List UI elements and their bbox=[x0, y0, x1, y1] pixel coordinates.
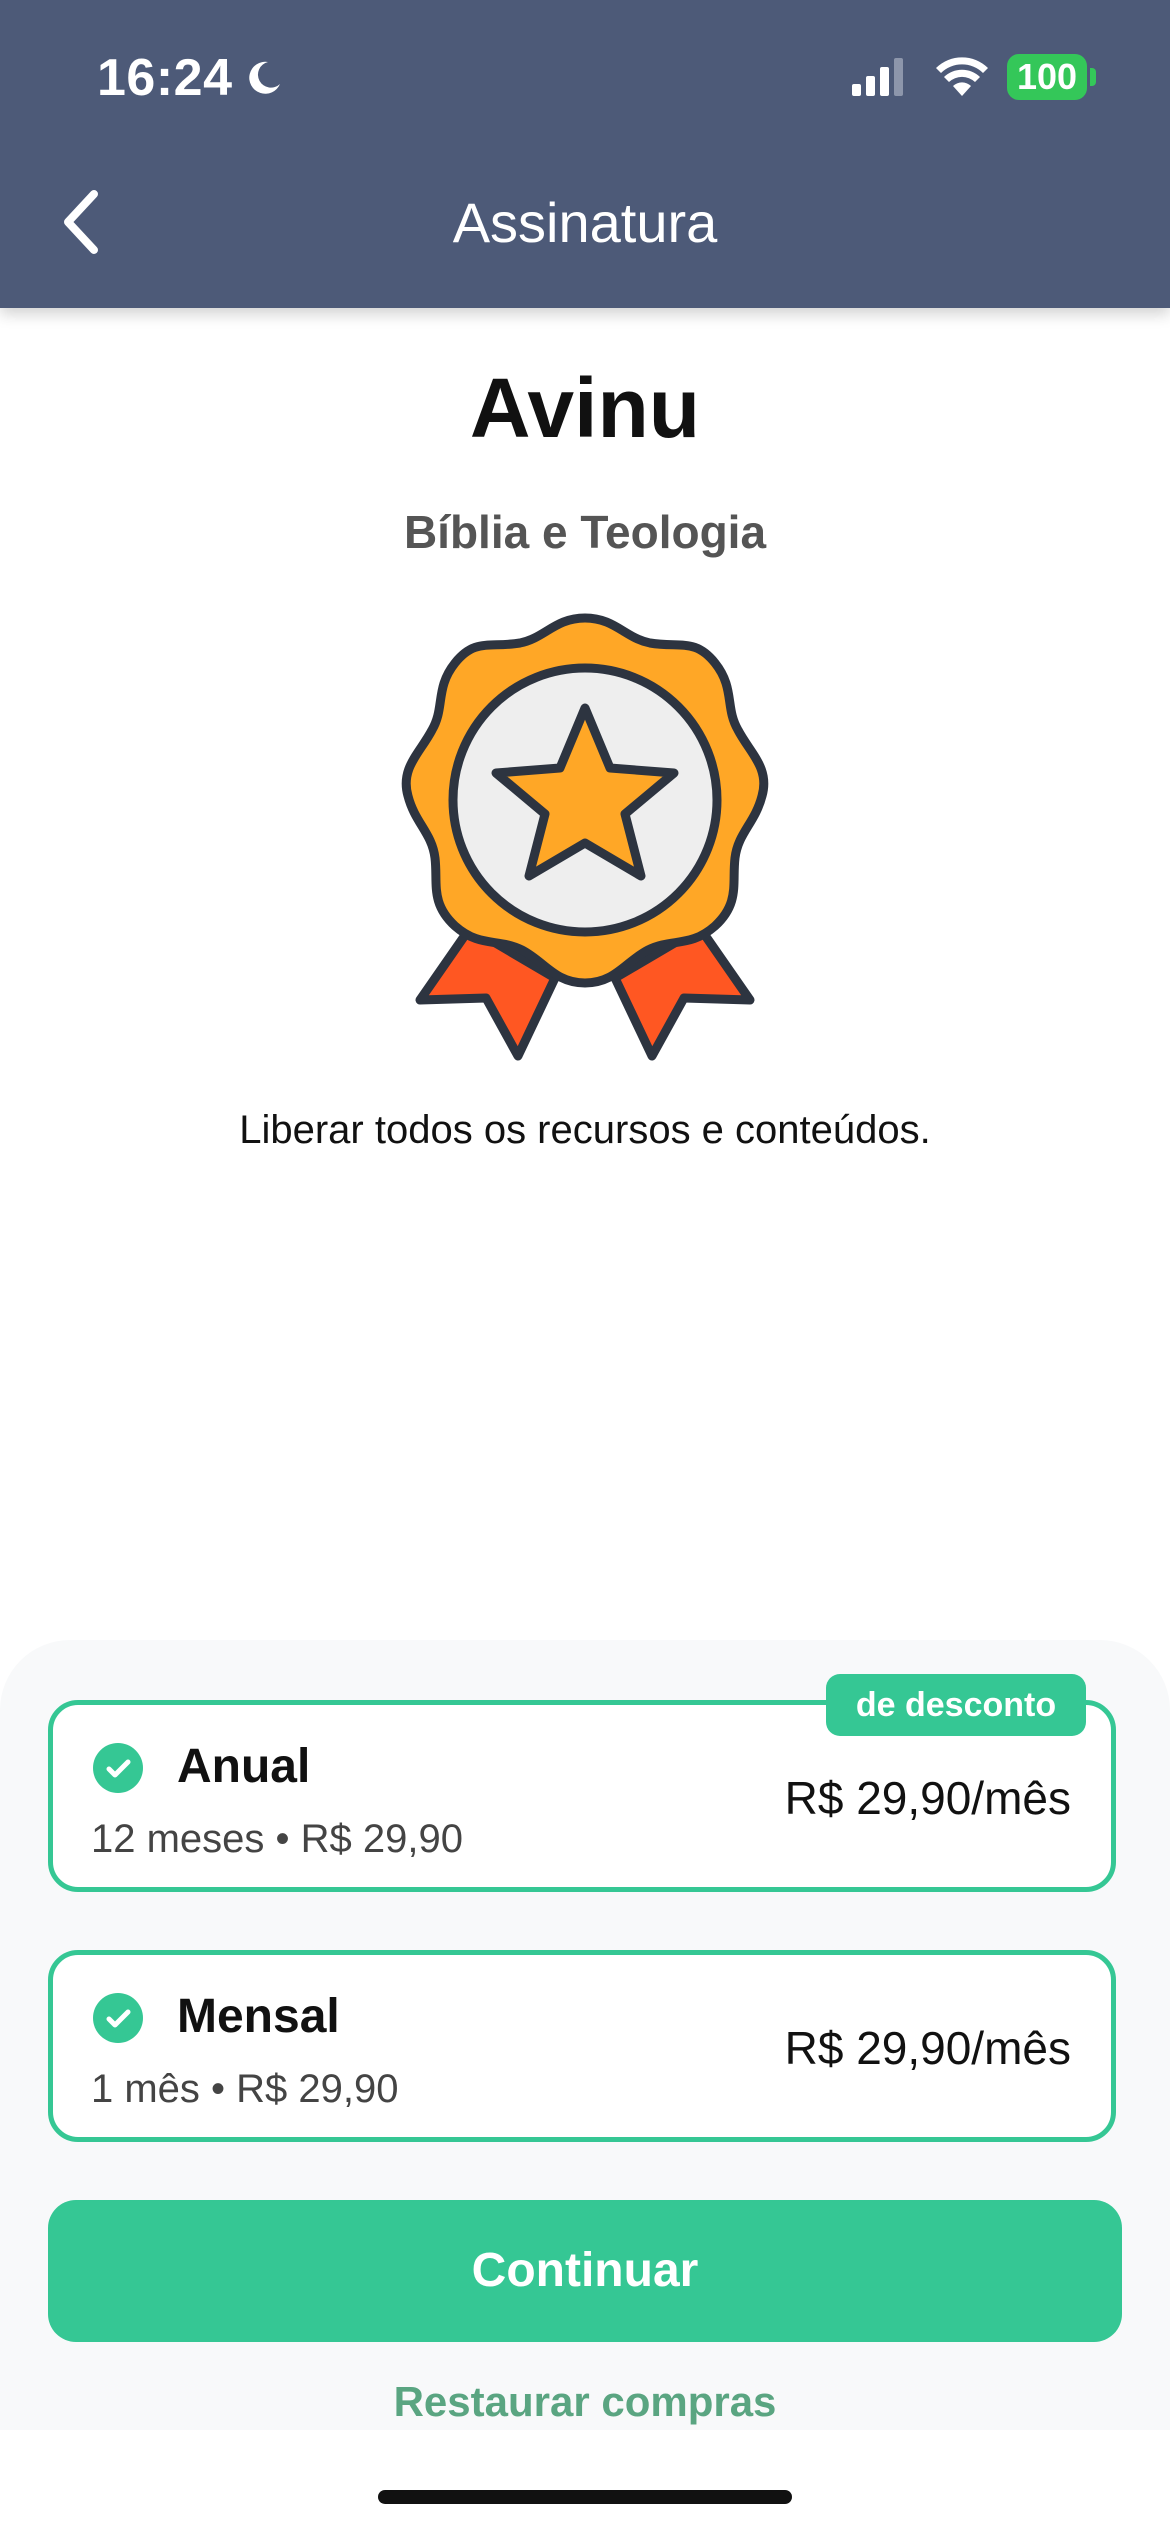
restore-purchases-link[interactable]: Restaurar compras bbox=[0, 2378, 1170, 2426]
feature-tagline: Liberar todos os recursos e conteúdos. bbox=[239, 1108, 931, 1152]
plan-detail: 12 meses • R$ 29,90 bbox=[91, 1817, 463, 1861]
plan-name: Anual bbox=[177, 1740, 311, 1793]
status-time: 16:24 bbox=[97, 49, 233, 107]
battery-icon: 100 bbox=[1007, 54, 1087, 100]
plan-price: R$ 29,90/mês bbox=[784, 2022, 1071, 2074]
check-icon bbox=[93, 1993, 143, 2043]
top-header: 16:24 100 Assinatura bbox=[0, 0, 1170, 308]
moon-icon bbox=[249, 61, 280, 94]
nav-title: Assinatura bbox=[452, 191, 718, 254]
discount-badge: de desconto bbox=[826, 1674, 1086, 1736]
checkmark-icon bbox=[106, 1759, 131, 1778]
plan-name: Mensal bbox=[177, 1990, 340, 2043]
plan-detail: 1 mês • R$ 29,90 bbox=[91, 2067, 399, 2111]
check-icon bbox=[93, 1743, 143, 1793]
plan-card-monthly[interactable]: Mensal 1 mês • R$ 29,90 R$ 29,90/mês bbox=[48, 1950, 1116, 2142]
battery-tip bbox=[1090, 68, 1096, 86]
plan-price: R$ 29,90/mês bbox=[784, 1772, 1071, 1824]
app-title: Avinu bbox=[469, 361, 701, 455]
home-indicator[interactable] bbox=[378, 2490, 792, 2504]
continue-button[interactable]: Continuar bbox=[48, 2200, 1122, 2342]
checkmark-icon bbox=[106, 2009, 131, 2028]
app-subtitle: Bíblia e Teologia bbox=[403, 506, 767, 558]
award-ribbon-icon bbox=[401, 613, 769, 1061]
signal-icon bbox=[852, 58, 903, 96]
battery-level: 100 bbox=[1016, 56, 1078, 97]
wifi-icon bbox=[936, 57, 988, 96]
